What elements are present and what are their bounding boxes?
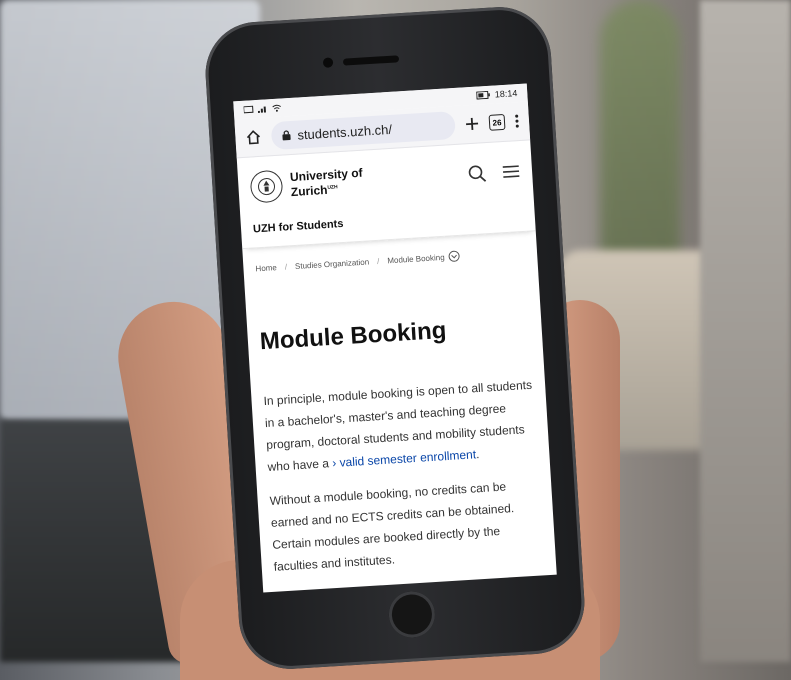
valid-semester-enrollment-link[interactable]: › valid semester enrollment <box>332 447 477 470</box>
uzh-seal-icon <box>249 169 284 204</box>
url-text: students.uzh.ch/ <box>296 121 393 143</box>
tab-switcher-button[interactable]: 26 <box>488 113 506 131</box>
intro-paragraph: In principle, module booking is open to … <box>263 374 538 478</box>
menu-icon[interactable] <box>502 162 521 181</box>
credits-paragraph: Without a module booking, no credits can… <box>269 479 515 574</box>
background-right <box>700 0 791 662</box>
address-bar[interactable]: students.uzh.ch/ <box>270 110 456 151</box>
breadcrumb-module-booking: Module Booking <box>387 252 445 265</box>
wifi-icon <box>271 103 281 112</box>
new-tab-icon[interactable] <box>465 116 480 131</box>
logo-text-line2: Zurich <box>290 182 328 200</box>
logo-superscript: UZH <box>327 184 338 191</box>
home-button[interactable] <box>387 590 437 639</box>
overflow-menu-icon[interactable] <box>515 114 520 128</box>
front-camera <box>322 57 334 68</box>
chevron-down-icon[interactable] <box>448 250 461 263</box>
smartphone: 18:14 students.uzh.ch/ 26 University of … <box>202 4 588 672</box>
sim-icon <box>243 105 254 114</box>
breadcrumb-home[interactable]: Home <box>255 263 277 273</box>
battery-icon <box>476 90 491 100</box>
home-icon[interactable] <box>245 129 262 146</box>
status-time: 18:14 <box>494 88 518 100</box>
breadcrumb-studies-organization[interactable]: Studies Organization <box>295 257 370 271</box>
uzh-logo[interactable]: University of ZurichUZH <box>249 165 364 204</box>
phone-screen: 18:14 students.uzh.ch/ 26 University of … <box>233 83 557 593</box>
search-icon[interactable] <box>468 164 487 183</box>
lock-icon <box>281 129 292 142</box>
page-title: Module Booking <box>259 316 448 356</box>
intro-end: . <box>475 447 480 462</box>
earpiece-speaker <box>342 55 400 66</box>
signal-icon <box>257 104 268 113</box>
